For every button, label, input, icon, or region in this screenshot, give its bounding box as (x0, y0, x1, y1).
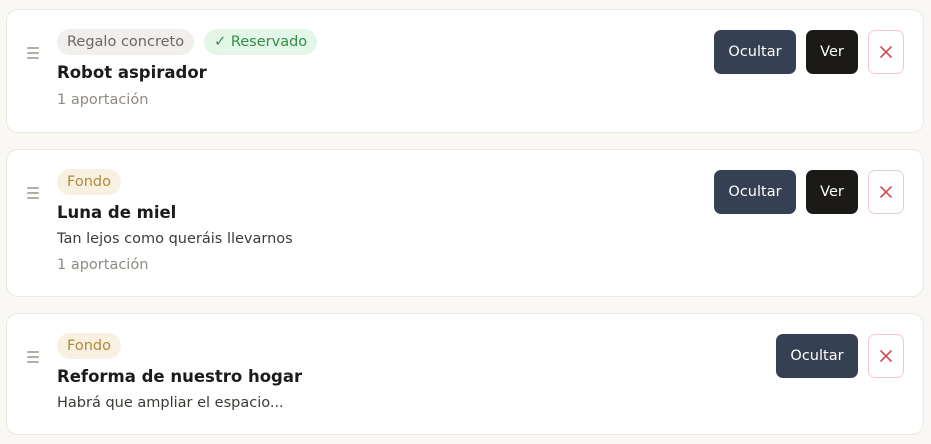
delete-button[interactable] (868, 30, 904, 74)
view-button[interactable]: Ver (806, 30, 858, 74)
hide-button[interactable]: Ocultar (776, 334, 858, 378)
contributions-count: 1 aportación (57, 257, 149, 273)
item-title: Luna de miel (57, 203, 177, 222)
item-actions: Ocultar Ver (714, 170, 904, 214)
item-content: Regalo concreto ✓ Reservado Robot aspira… (57, 29, 318, 110)
contributions-count: 1 aportación (57, 92, 149, 108)
item-title: Robot aspirador (57, 63, 207, 82)
badge-row: Regalo concreto ✓ Reservado (57, 29, 318, 55)
gift-list: Regalo concreto ✓ Reservado Robot aspira… (0, 0, 931, 444)
hide-button[interactable]: Ocultar (714, 30, 796, 74)
item-title: Reforma de nuestro hogar (57, 367, 303, 386)
drag-handle-icon[interactable] (27, 351, 41, 363)
delete-button[interactable] (868, 334, 904, 378)
type-badge: Regalo concreto (57, 29, 195, 55)
item-content: Fondo Reforma de nuestro hogar Habrá que… (57, 333, 302, 413)
drag-handle-icon[interactable] (27, 187, 41, 199)
type-badge: Fondo (57, 333, 121, 359)
list-item: Fondo Luna de miel Tan lejos como querái… (6, 149, 924, 297)
close-icon (880, 46, 892, 58)
reserved-badge: ✓ Reservado (204, 29, 318, 55)
badge-row: Fondo (57, 333, 302, 359)
item-actions: Ocultar Ver (714, 30, 904, 74)
item-description: Tan lejos como queráis llevarnos (57, 231, 293, 247)
item-actions: Ocultar (776, 334, 904, 378)
type-badge: Fondo (57, 169, 121, 195)
delete-button[interactable] (868, 170, 904, 214)
view-button[interactable]: Ver (806, 170, 858, 214)
item-description: Habrá que ampliar el espacio... (57, 395, 284, 411)
close-icon (880, 186, 892, 198)
badge-row: Fondo (57, 169, 293, 195)
hide-button[interactable]: Ocultar (714, 170, 796, 214)
list-item: Fondo Reforma de nuestro hogar Habrá que… (6, 313, 924, 435)
drag-handle-icon[interactable] (27, 47, 41, 59)
close-icon (880, 350, 892, 362)
item-content: Fondo Luna de miel Tan lejos como querái… (57, 169, 293, 275)
list-item: Regalo concreto ✓ Reservado Robot aspira… (6, 9, 924, 133)
